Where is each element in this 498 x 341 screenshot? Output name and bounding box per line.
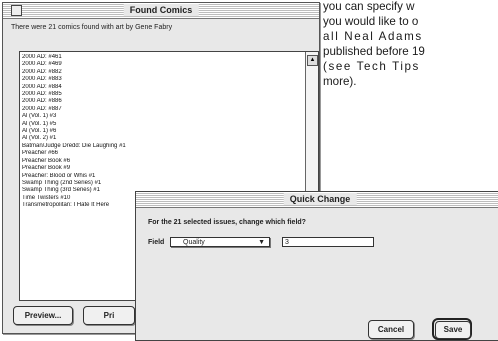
found-comics-titlebar[interactable]: Found Comics xyxy=(3,3,319,19)
value-input[interactable]: 3 xyxy=(282,237,374,247)
print-button[interactable]: Pri xyxy=(83,306,135,325)
quick-change-titlebar[interactable]: Quick Change xyxy=(136,192,498,208)
list-item[interactable]: Al (Vol. 1) #6 xyxy=(22,128,304,135)
scroll-up-arrow-icon[interactable]: ▲ xyxy=(307,55,318,66)
list-item[interactable]: 2000 AD: #885 xyxy=(22,91,304,98)
field-select-value: Quality xyxy=(183,239,205,246)
paragraph-line: published before 19 xyxy=(323,44,425,58)
dropdown-arrow-icon: ▼ xyxy=(258,239,265,246)
paragraph-line: you would like to o xyxy=(323,14,419,28)
field-select[interactable]: Quality ▼ xyxy=(170,237,270,247)
list-item[interactable]: 2000 AD: #883 xyxy=(22,76,304,83)
dialog-title: Quick Change xyxy=(283,193,357,205)
cancel-button[interactable]: Cancel xyxy=(368,320,414,339)
paragraph-line: (see Tech Tips xyxy=(323,59,420,73)
list-item[interactable]: Al (Vol. 1) #3 xyxy=(22,113,304,120)
field-label: Field xyxy=(148,239,165,246)
comics-list-items: 2000 AD: #461 2000 AD: #469 2000 AD: #882 2… xyxy=(22,54,304,210)
list-item[interactable]: 2000 AD: #882 xyxy=(22,69,304,76)
results-status: There were 21 comics found with art by G… xyxy=(11,24,173,31)
paragraph-line: all Neal Adams xyxy=(323,29,423,43)
preview-button[interactable]: Preview... xyxy=(13,306,73,325)
save-default-ring: Save xyxy=(432,318,472,340)
list-item[interactable]: Preacher Book #6 xyxy=(22,158,304,165)
list-item[interactable]: Al (Vol. 1) #5 xyxy=(22,121,304,128)
save-button[interactable]: Save xyxy=(435,321,471,339)
window-title: Found Comics xyxy=(123,4,199,16)
list-item[interactable]: 2000 AD: #461 xyxy=(22,54,304,61)
list-item[interactable]: 2000 AD: #469 xyxy=(22,61,304,68)
paragraph-line: you can specify w xyxy=(323,0,415,13)
dialog-prompt: For the 21 selected issues, change which… xyxy=(148,219,306,226)
close-box-icon[interactable] xyxy=(11,5,22,16)
quick-change-dialog: Quick Change For the 21 selected issues,… xyxy=(135,191,498,341)
list-item[interactable]: Preacher: Blood or Whis #1 xyxy=(22,173,304,180)
paragraph-line: more). xyxy=(323,74,357,88)
list-item[interactable]: 2000 AD: #887 xyxy=(22,106,304,113)
list-item[interactable]: 2000 AD: #884 xyxy=(22,84,304,91)
list-item[interactable]: Preacher Book #9 xyxy=(22,165,304,172)
manual-paragraph: you can specify w you would like to o al… xyxy=(323,0,498,89)
list-item[interactable]: Preacher #66 xyxy=(22,150,304,157)
list-item[interactable]: Al (Vol. 2) #1 xyxy=(22,135,304,142)
list-item[interactable]: Swamp Thing (2nd Series) #1 xyxy=(22,180,304,187)
list-item[interactable]: Batman/Judge Dredd: Die Laughing #1 xyxy=(22,143,304,150)
list-item[interactable]: 2000 AD: #886 xyxy=(22,98,304,105)
